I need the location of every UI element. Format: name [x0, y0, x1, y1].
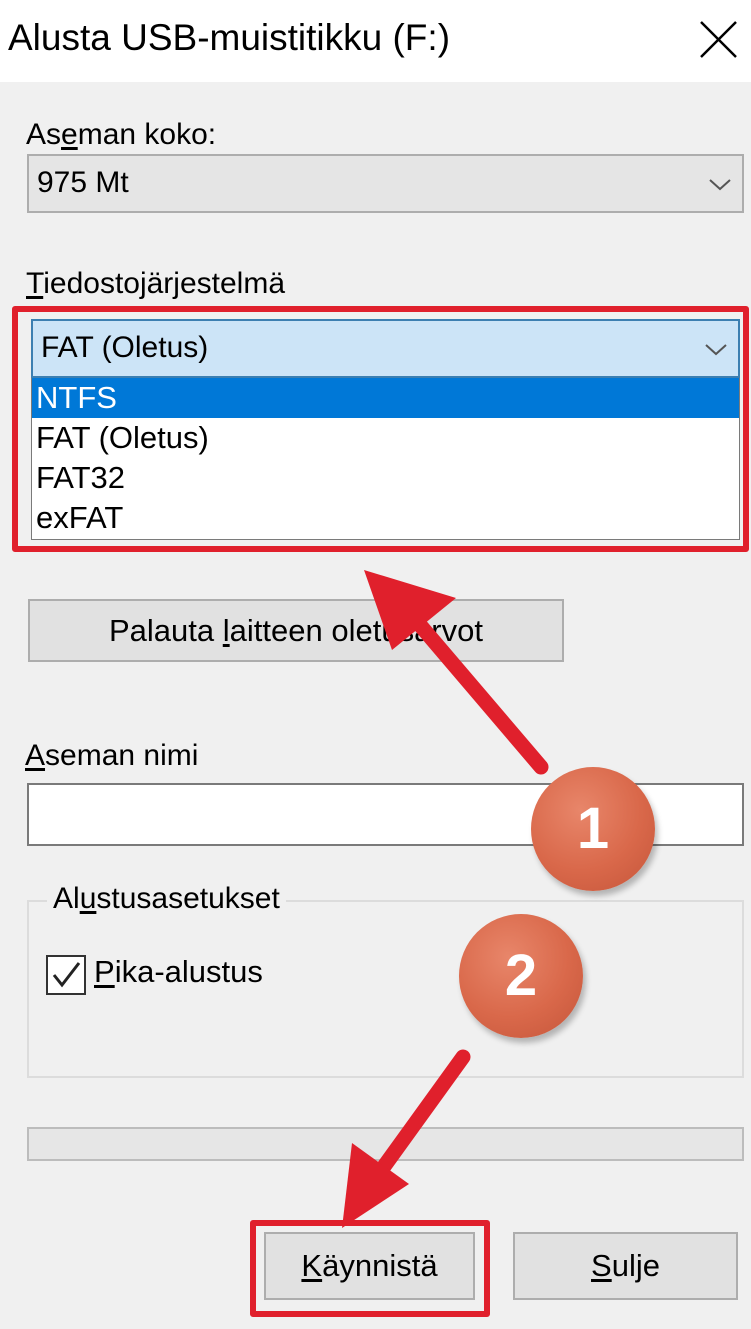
restore-defaults-button[interactable]: Palauta laitteen oletusarvot: [28, 599, 564, 662]
format-dialog: Alusta USB-muistitikku (F:) Aseman koko:…: [0, 0, 751, 1329]
checkmark-icon: [52, 962, 81, 988]
format-progress-bar: [27, 1127, 744, 1161]
format-options-legend: Alustusasetukset: [47, 881, 286, 917]
filesystem-label: Tiedostojärjestelmä: [26, 267, 286, 300]
step-1-badge: 1: [531, 767, 655, 891]
quick-format-label[interactable]: Pika-alustus: [94, 954, 263, 990]
title-bar: Alusta USB-muistitikku (F:): [0, 0, 751, 82]
capacity-select[interactable]: 975 Mt: [27, 154, 744, 213]
close-button[interactable]: Sulje: [513, 1232, 738, 1300]
close-icon: [700, 21, 737, 58]
quick-format-checkbox[interactable]: [46, 955, 86, 995]
filesystem-highlight-box: [12, 306, 749, 552]
chevron-down-icon: [709, 179, 731, 191]
volume-label-label: Aseman nimi: [25, 739, 199, 772]
capacity-value: 975 Mt: [37, 166, 129, 199]
start-highlight-box: [250, 1220, 490, 1317]
capacity-label: Aseman koko:: [26, 118, 217, 151]
step-2-badge: 2: [459, 914, 583, 1038]
close-window-button[interactable]: [692, 6, 751, 66]
window-title: Alusta USB-muistitikku (F:): [8, 17, 451, 58]
